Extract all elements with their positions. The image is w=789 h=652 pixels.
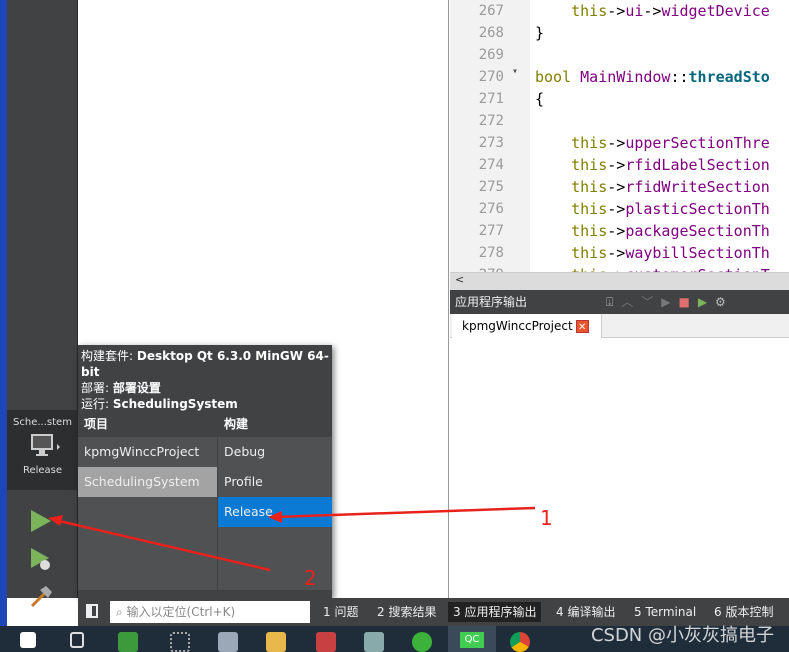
build-item[interactable]: Release [218, 497, 332, 527]
folder-icon[interactable] [266, 632, 286, 652]
kit-mode: Release [22, 465, 63, 476]
debug-run-button[interactable] [28, 546, 54, 572]
qt-creator-taskbar-item[interactable]: QC [448, 626, 496, 652]
kit-label: 构建套件: [81, 349, 134, 363]
code-line: this->customerSectionT [530, 264, 789, 272]
app-icon-grid[interactable] [170, 632, 190, 652]
deploy-value: 部署设置 [112, 381, 161, 395]
watermark: CSDN @小灰灰搞电子 [590, 625, 774, 646]
gear-icon[interactable]: ⚙ [715, 295, 734, 309]
code-line: } [535, 24, 545, 42]
popup-deploy-line: 部署: 部署设置 [81, 380, 329, 396]
code-line: { [535, 90, 545, 108]
app-icon-x[interactable] [316, 632, 336, 652]
prev-icon[interactable]: ︿ [621, 295, 641, 309]
app-icon-v[interactable] [118, 632, 138, 652]
wechat-icon[interactable] [412, 632, 432, 652]
line-number: 267 [478, 3, 504, 19]
desktop-edge [0, 0, 7, 626]
locator-search-input[interactable]: ⌕ 输入以定位(Ctrl+K) [110, 601, 310, 623]
line-number: 268 [478, 25, 504, 41]
line-number: 278 [478, 245, 504, 261]
windows-start-icon[interactable] [20, 632, 36, 648]
bottom-tab[interactable]: 2 搜索结果 [372, 602, 441, 622]
projects-header: 项目 [84, 417, 109, 431]
scroll-left-icon[interactable]: < [455, 273, 464, 286]
line-number: 275 [478, 179, 504, 195]
output-toolbar: ⍗︿﹀▶■▶⚙ [606, 290, 734, 314]
monitor-icon [30, 434, 60, 456]
kit-selector-popup: 构建套件: Desktop Qt 6.3.0 MinGW 64-bit 部署: … [78, 345, 332, 598]
build-item[interactable]: Profile [218, 467, 332, 497]
run-value: SchedulingSystem [112, 397, 238, 411]
close-icon[interactable]: ✕ [575, 320, 589, 333]
line-number: 277 [478, 223, 504, 239]
search-placeholder: 输入以定位(Ctrl+K) [126, 605, 236, 619]
code-line: this->rfidLabelSection [571, 156, 770, 174]
line-number: 273 [478, 135, 504, 151]
rerun-icon[interactable]: ▶ [661, 295, 678, 309]
code-editor[interactable]: this->ui->widgetDevice} bool MainWindow:… [530, 0, 789, 272]
popup-kit-line: 构建套件: Desktop Qt 6.3.0 MinGW 64-bit [81, 348, 329, 380]
code-line: this->waybillSectionTh [571, 244, 770, 262]
search-icon: ⌕ [116, 605, 127, 619]
kit-selector[interactable]: Sche...stem Release [7, 410, 78, 490]
line-number: 271 [478, 91, 504, 107]
app-icon-monitor[interactable] [218, 632, 238, 652]
app-icon-printer[interactable] [364, 632, 384, 652]
bottom-tab[interactable]: 3 应用程序输出 [448, 602, 542, 622]
output-tabs: kpmgWinccProject ✕ [450, 314, 789, 338]
bottom-tab[interactable]: 6 版本控制 [709, 602, 778, 622]
project-list: kpmgWinccProject SchedulingSystem [78, 437, 217, 590]
line-number: 272 [478, 113, 504, 129]
bottom-tab[interactable]: 1 问题 [318, 602, 363, 622]
line-number: 276 [478, 201, 504, 217]
task-view-icon[interactable] [70, 632, 84, 648]
project-item[interactable]: kpmgWinccProject [78, 437, 217, 467]
bottom-tab[interactable]: 5 Terminal [629, 602, 701, 622]
build-hammer-button[interactable] [28, 584, 54, 610]
build-item[interactable]: Debug [218, 437, 332, 467]
fold-arrow-icon[interactable]: ▾ [512, 66, 518, 77]
output-panel-header: 应用程序输出 ⍗︿﹀▶■▶⚙ [450, 290, 789, 314]
build-list: Debug Profile Release [218, 437, 332, 590]
project-item[interactable]: SchedulingSystem [78, 467, 217, 497]
kit-name: Sche...stem [13, 417, 72, 428]
code-line: this->plasticSectionTh [571, 200, 770, 218]
output-panel-title: 应用程序输出 [455, 295, 528, 309]
bottom-tab[interactable]: 4 编译输出 [551, 602, 620, 622]
run-label: 运行: [81, 397, 110, 411]
line-number: 274 [478, 157, 504, 173]
code-line: this->upperSectionThre [571, 134, 770, 152]
popup-run-line: 运行: SchedulingSystem [81, 396, 329, 412]
next-icon[interactable]: ﹀ [641, 295, 661, 309]
stop-icon[interactable]: ■ [678, 295, 697, 309]
toggle-sidebar-icon[interactable] [86, 604, 98, 618]
output-tab-label: kpmgWinccProject [462, 319, 573, 333]
line-number: 269 [478, 47, 504, 63]
code-line: this->packageSectionTh [571, 222, 770, 240]
build-header: 构建 [224, 417, 249, 431]
attach-icon[interactable]: ⍗ [606, 295, 621, 309]
debug-icon[interactable]: ▶ [698, 295, 715, 309]
code-line: this->ui->widgetDevice [571, 2, 770, 20]
horizontal-scrollbar[interactable]: < [450, 272, 789, 290]
code-line: bool MainWindow::threadSto [535, 68, 770, 86]
deploy-label: 部署: [81, 381, 110, 395]
output-tab[interactable]: kpmgWinccProject ✕ [452, 314, 602, 338]
chrome-icon[interactable] [510, 632, 530, 652]
code-line: this->rfidWriteSection [571, 178, 770, 196]
run-button[interactable] [28, 508, 54, 534]
annotation-label-1: 1 [540, 506, 553, 530]
line-number-gutter: 267268269270271272273274275276277278279 … [450, 0, 530, 283]
